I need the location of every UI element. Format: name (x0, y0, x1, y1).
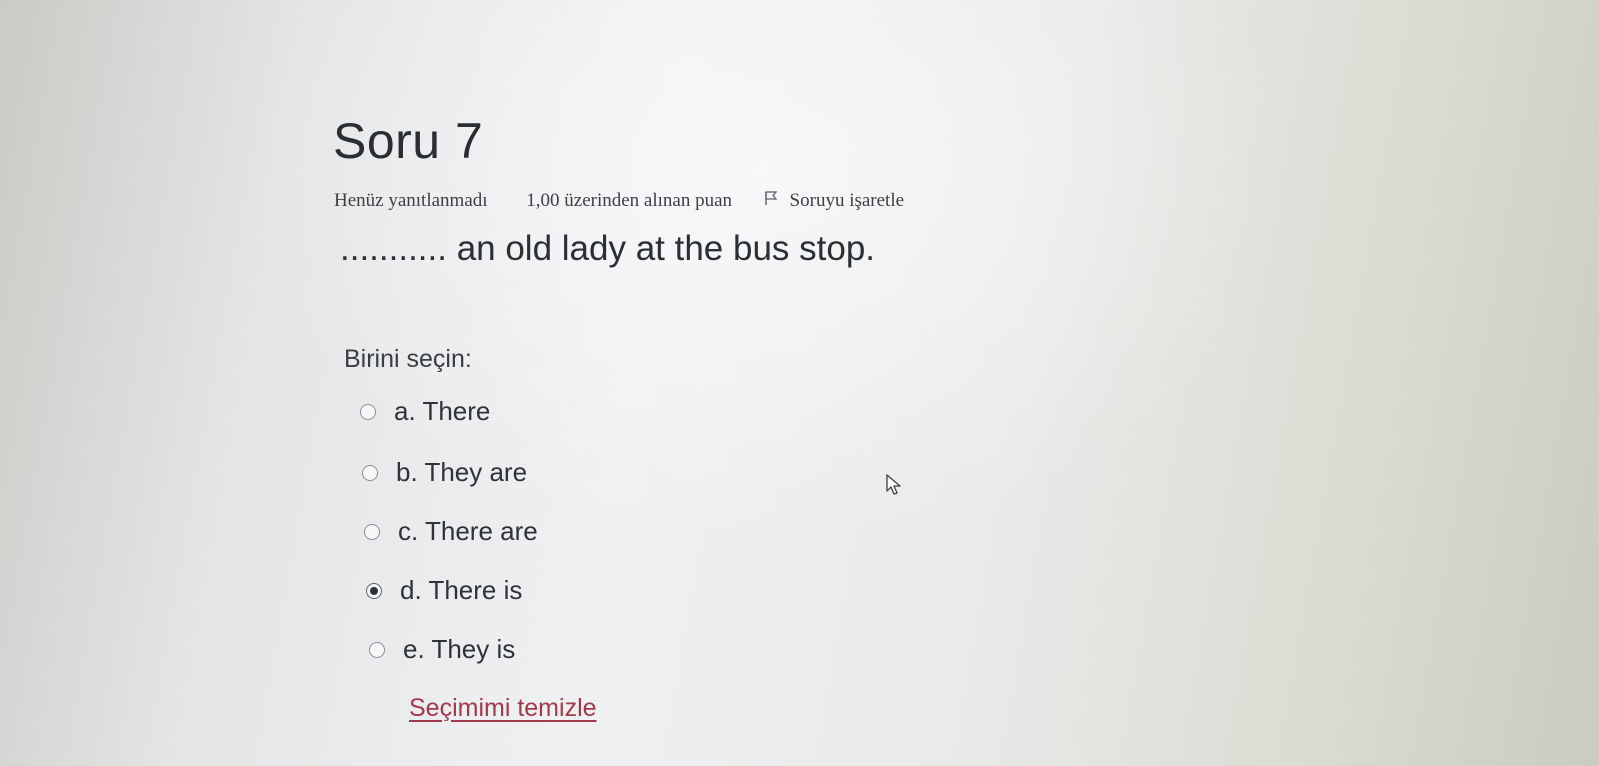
flag-question-label: Soruyu işaretle (789, 190, 905, 211)
option-a[interactable]: a. There (360, 396, 490, 427)
question-title: Soru 7 (333, 113, 484, 169)
option-d-label: d. There is (400, 575, 523, 605)
radio-icon[interactable] (362, 464, 378, 481)
mouse-pointer-icon (886, 474, 901, 495)
question-text: ........... an old lady at the bus stop. (340, 229, 876, 268)
option-b-label: b. They are (396, 457, 528, 487)
option-d[interactable]: d. There is (366, 575, 522, 606)
flag-question-link[interactable]: Soruyu işaretle (763, 190, 904, 212)
option-a-label: a. There (394, 396, 491, 426)
option-c-label: c. There are (398, 516, 538, 546)
option-e[interactable]: e. They is (369, 634, 515, 665)
answer-prompt: Birini seçin: (344, 345, 472, 373)
clear-choice-link[interactable]: Seçimimi temizle (409, 694, 597, 723)
radio-icon[interactable] (369, 641, 385, 658)
option-b[interactable]: b. They are (362, 457, 527, 488)
option-e-label: e. They is (403, 634, 516, 664)
background-glare (0, 0, 1599, 766)
flag-icon (765, 191, 778, 205)
option-c[interactable]: c. There are (364, 516, 538, 547)
question-status: Henüz yanıtlanmadı (334, 190, 488, 211)
question-grade: 1,00 üzerinden alınan puan (526, 190, 733, 211)
radio-icon[interactable] (360, 403, 376, 420)
radio-icon[interactable] (364, 523, 380, 540)
question-info: Henüz yanıtlanmadı 1,00 üzerinden alınan… (334, 190, 904, 212)
radio-icon[interactable] (366, 582, 382, 599)
